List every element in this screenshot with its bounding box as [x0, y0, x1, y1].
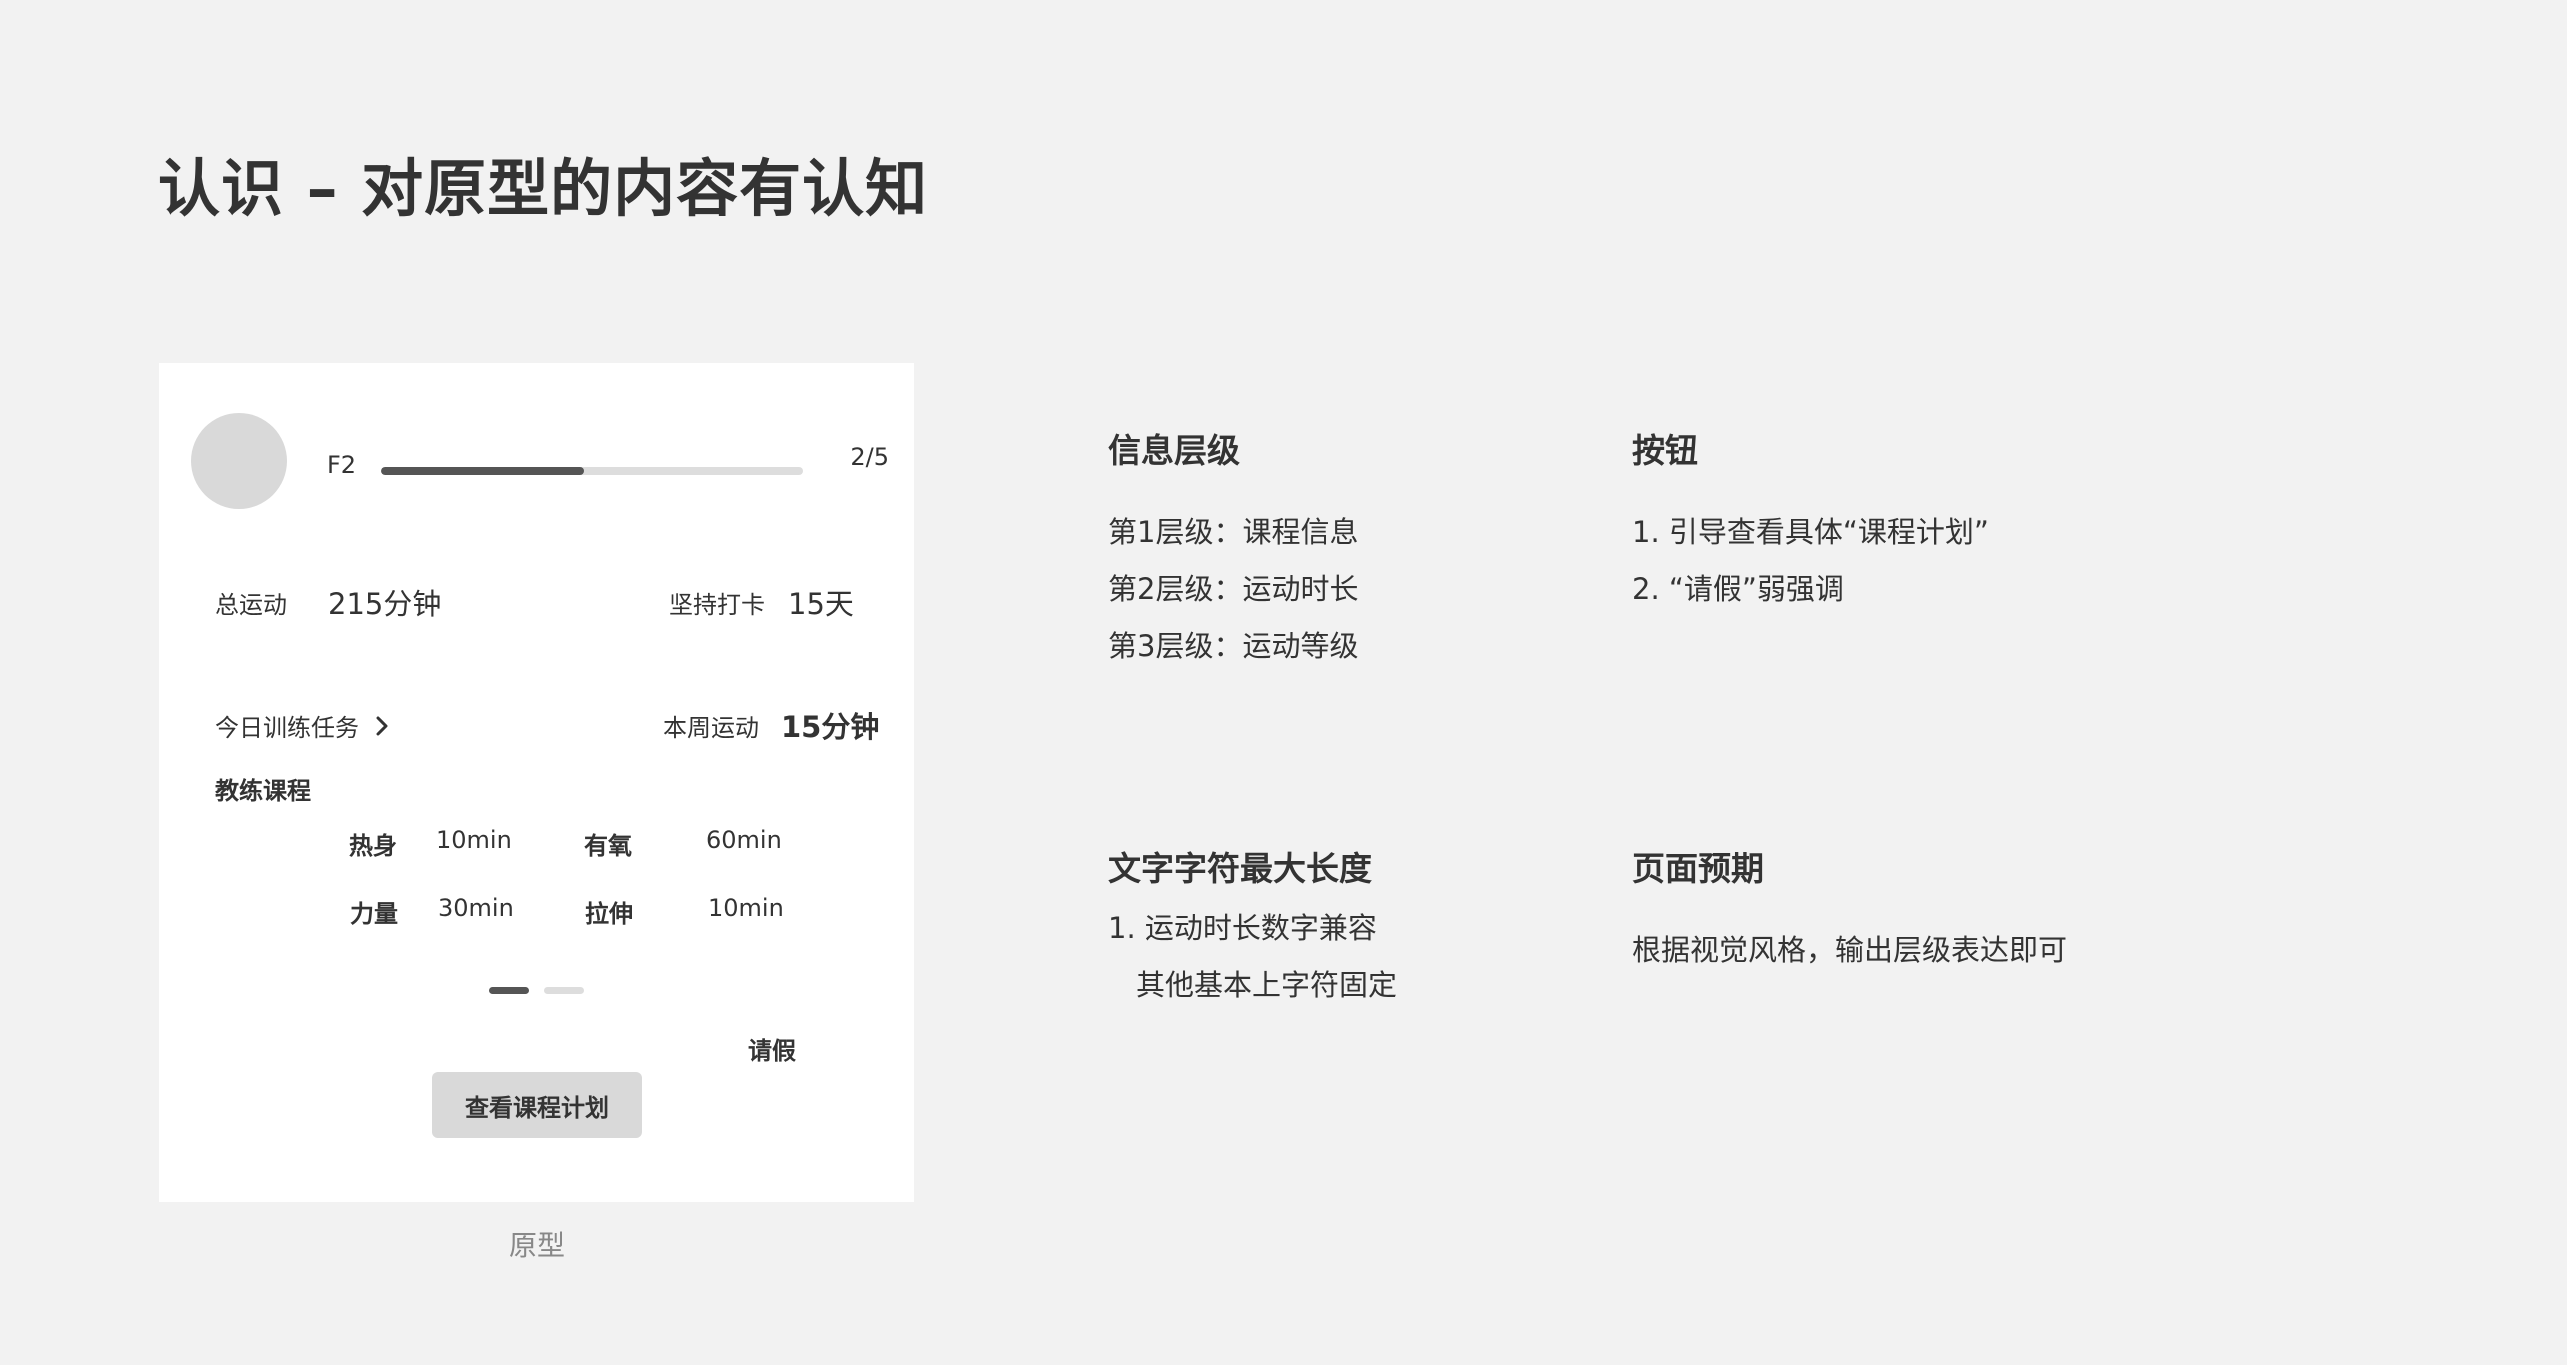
- level-progress-bar: [381, 467, 803, 475]
- note-line: 第1层级：课程信息: [1108, 515, 1359, 549]
- carousel-dot[interactable]: [544, 987, 584, 994]
- page-title: 认识 – 对原型的内容有认知: [158, 152, 929, 225]
- course-duration: 30min: [438, 894, 514, 922]
- note-line: 2. “请假”弱强调: [1632, 572, 1844, 606]
- avatar[interactable]: [191, 413, 287, 509]
- chevron-right-icon[interactable]: [371, 715, 393, 737]
- checkin-value: 15天: [788, 587, 854, 621]
- section-title-info-levels: 信息层级: [1108, 431, 1240, 470]
- section-title-buttons: 按钮: [1632, 431, 1698, 470]
- note-line: 1. 运动时长数字兼容: [1108, 911, 1377, 945]
- note-line: 第3层级：运动等级: [1108, 629, 1359, 663]
- view-plan-button[interactable]: 查看课程计划: [432, 1072, 642, 1138]
- leave-link[interactable]: 请假: [748, 1031, 796, 1066]
- total-exercise-value: 215分钟: [328, 587, 442, 621]
- section-title-page-expectation: 页面预期: [1632, 849, 1764, 888]
- course-duration: 10min: [708, 894, 784, 922]
- note-line: 1. 引导查看具体“课程计划”: [1632, 515, 1989, 549]
- prototype-card: F2 2/5 总运动 215分钟 坚持打卡 15天 今日训练任务 本周运动 15…: [159, 363, 914, 1202]
- today-task-link[interactable]: 今日训练任务: [215, 708, 359, 743]
- note-line: 第2层级：运动时长: [1108, 572, 1359, 606]
- course-name: 力量: [350, 900, 398, 928]
- total-exercise-label: 总运动: [215, 591, 287, 619]
- course-duration: 10min: [436, 826, 512, 854]
- progress-text: 2/5: [850, 443, 889, 471]
- week-exercise-value: 15分钟: [781, 710, 880, 744]
- level-progress-fill: [381, 467, 584, 475]
- section-title-max-length: 文字字符最大长度: [1108, 849, 1372, 888]
- note-line: 其他基本上字符固定: [1136, 968, 1398, 1002]
- course-name: 拉伸: [585, 900, 633, 928]
- course-duration: 60min: [706, 826, 782, 854]
- prototype-caption: 原型: [509, 1229, 566, 1262]
- carousel-dot-active[interactable]: [489, 987, 529, 994]
- week-exercise-label: 本周运动: [663, 714, 759, 742]
- coach-course-label: 教练课程: [215, 777, 311, 805]
- course-name: 热身: [349, 832, 397, 860]
- note-line: 根据视觉风格，输出层级表达即可: [1632, 933, 2068, 967]
- checkin-label: 坚持打卡: [669, 591, 765, 619]
- level-label: F2: [327, 451, 357, 479]
- course-name: 有氧: [584, 832, 632, 860]
